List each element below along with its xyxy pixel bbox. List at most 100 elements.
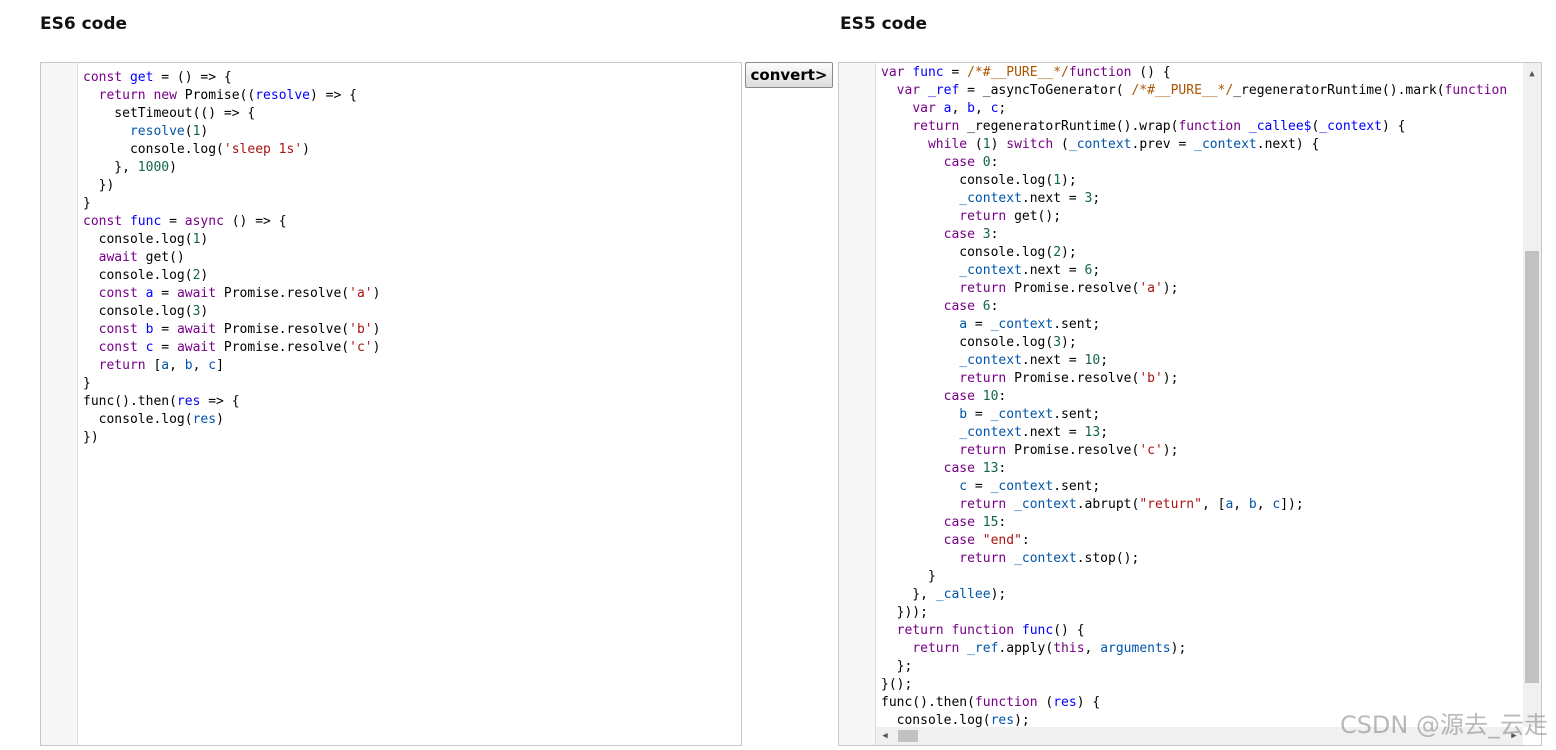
line-code: }(); [876,677,912,692]
es5-code-area[interactable]: 15var func = /*#__PURE__*/function () {1… [876,63,1541,745]
es6-code-editor[interactable]: 1const get = () => {2 return new Promise… [40,62,742,746]
code-token: .next = [1021,191,1085,206]
code-line[interactable]: 11 await get() [78,249,741,267]
code-line[interactable]: 41 case "end": [876,532,1541,550]
code-line[interactable]: 34 b = _context.sent; [876,406,1541,424]
code-line[interactable]: 45 })); [876,604,1541,622]
code-token: _context [1068,137,1132,152]
code-token: 3 [1053,335,1062,350]
convert-button[interactable]: convert> [745,62,833,88]
code-line[interactable]: 18 return _regeneratorRuntime().wrap(fun… [876,118,1541,136]
code-line[interactable]: 43 } [876,568,1541,586]
code-line[interactable]: 28 case 6: [876,298,1541,316]
code-line[interactable]: 2 return new Promise((resolve) => { [78,87,741,105]
code-line[interactable]: 21}) [78,429,741,447]
code-line[interactable]: 36 return Promise.resolve('c'); [876,442,1541,460]
code-token: function [1178,119,1242,134]
code-token: .sent; [1053,479,1101,494]
code-token: return [98,358,146,373]
es5-code-editor[interactable]: 15var func = /*#__PURE__*/function () {1… [838,62,1542,746]
code-token: , [1084,641,1101,656]
code-line[interactable]: 22 _context.next = 3; [876,190,1541,208]
code-line[interactable]: 27 return Promise.resolve('a'); [876,280,1541,298]
code-line[interactable]: 6 }, 1000) [78,159,741,177]
scroll-left-icon[interactable]: ◀ [876,727,894,745]
scroll-up-icon[interactable]: ▲ [1523,65,1541,83]
line-code: _context.next = 10; [876,353,1108,368]
code-line[interactable]: 23 return get(); [876,208,1541,226]
code-token: a [161,358,170,373]
code-line[interactable]: 26 _context.next = 6; [876,262,1541,280]
code-token: .prev = [1131,137,1195,152]
code-line[interactable]: 44 }, _callee); [876,586,1541,604]
code-line[interactable]: 47 return _ref.apply(this, arguments); [876,640,1541,658]
code-line[interactable]: 14 console.log(3) [78,303,741,321]
code-line[interactable]: 12 console.log(2) [78,267,741,285]
code-token: } [881,569,936,584]
code-token: b [184,358,193,373]
code-line[interactable]: 17 var a, b, c; [876,100,1541,118]
vertical-scroll-thumb[interactable] [1525,251,1539,683]
code-line[interactable]: 33 case 10: [876,388,1541,406]
code-line[interactable]: 49}(); [876,676,1541,694]
code-line[interactable]: 8} [78,195,741,213]
code-line[interactable]: 42 return _context.stop(); [876,550,1541,568]
code-token: const [98,322,138,337]
code-line[interactable]: 21 console.log(1); [876,172,1541,190]
code-line[interactable]: 40 case 15: [876,514,1541,532]
code-line[interactable]: 17 return [a, b, c] [78,357,741,375]
code-token: .next = [1021,263,1085,278]
code-token: Promise.resolve( [1006,281,1140,296]
code-line[interactable]: 18} [78,375,741,393]
line-code: console.log('sleep 1s') [78,142,310,157]
code-token: ; [1092,191,1101,206]
code-line[interactable]: 10 console.log(1) [78,231,741,249]
code-line[interactable]: 48 }; [876,658,1541,676]
code-line[interactable]: 30 console.log(3); [876,334,1541,352]
code-token: const [83,214,123,229]
vertical-scrollbar[interactable]: ▲ [1523,63,1541,727]
code-token: }, [881,587,936,602]
code-line[interactable]: 25 console.log(2); [876,244,1541,262]
code-line[interactable]: 4 resolve(1) [78,123,741,141]
code-line[interactable]: 9const func = async () => { [78,213,741,231]
code-token: ) => { [310,88,357,103]
es6-code-title: ES6 code [40,14,128,34]
code-line[interactable]: 39 return _context.abrupt("return", [a, … [876,496,1541,514]
code-line[interactable]: 32 return Promise.resolve('b'); [876,370,1541,388]
code-line[interactable]: 16 const c = await Promise.resolve('c') [78,339,741,357]
code-line[interactable]: 29 a = _context.sent; [876,316,1541,334]
code-token: , [951,101,968,116]
es6-code-area[interactable]: 1const get = () => {2 return new Promise… [78,63,741,745]
code-line[interactable]: 16 var _ref = _asyncToGenerator( /*#__PU… [876,82,1541,100]
horizontal-scroll-thumb[interactable] [898,730,918,742]
code-line[interactable]: 7 }) [78,177,741,195]
code-line[interactable]: 5 console.log('sleep 1s') [78,141,741,159]
code-line[interactable]: 19func().then(res => { [78,393,741,411]
code-token: 1000 [137,160,170,175]
code-line[interactable]: 19 while (1) switch (_context.prev = _co… [876,136,1541,154]
code-token: 10 [982,389,999,404]
code-line[interactable]: 35 _context.next = 13; [876,424,1541,442]
code-line[interactable]: 20 case 0: [876,154,1541,172]
code-line[interactable]: 38 c = _context.sent; [876,478,1541,496]
code-line[interactable]: 15var func = /*#__PURE__*/function () { [876,64,1541,82]
code-line[interactable]: 24 case 3: [876,226,1541,244]
code-line[interactable]: 13 const a = await Promise.resolve('a') [78,285,741,303]
code-line[interactable]: 20 console.log(res) [78,411,741,429]
code-token: _context [1194,137,1257,152]
code-line[interactable]: 31 _context.next = 10; [876,352,1541,370]
code-line[interactable]: 1const get = () => { [78,69,741,87]
code-line[interactable]: 46 return function func() { [876,622,1541,640]
code-token: while [927,137,968,152]
code-line[interactable]: 3 setTimeout(() => { [78,105,741,123]
code-line[interactable]: 15 const b = await Promise.resolve('b') [78,321,741,339]
code-line[interactable]: 37 case 13: [876,460,1541,478]
